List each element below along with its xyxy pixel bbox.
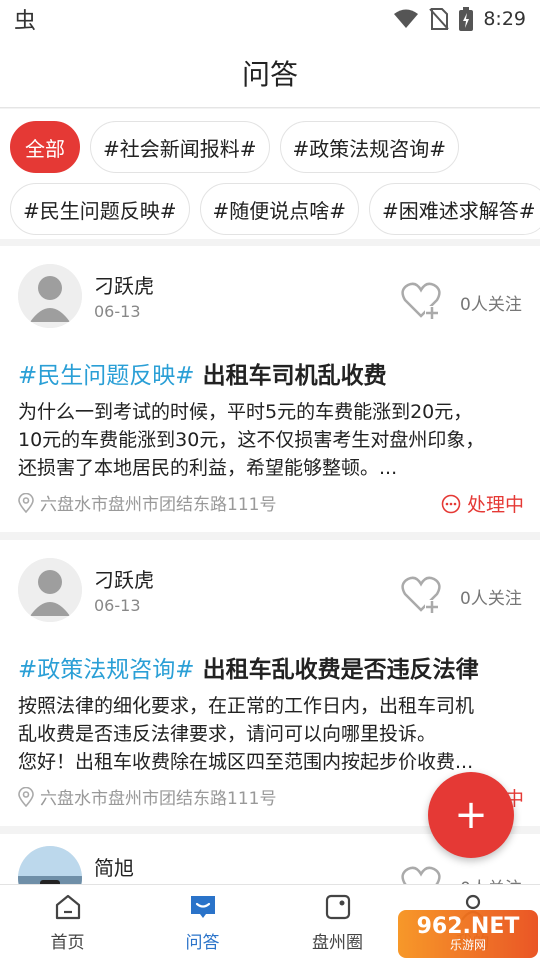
wifi-icon bbox=[394, 9, 419, 28]
processing-icon bbox=[441, 494, 461, 513]
nav-qa[interactable]: 问答 bbox=[135, 885, 270, 960]
author-name[interactable]: 刁跃虎 bbox=[94, 564, 154, 593]
home-icon bbox=[55, 894, 80, 920]
status-badge: 处理中 bbox=[441, 490, 524, 517]
author-name[interactable]: 刁跃虎 bbox=[94, 270, 154, 299]
no-sim-icon bbox=[429, 8, 450, 30]
post-topic[interactable]: #民生问题反映# bbox=[18, 363, 195, 389]
qa-icon bbox=[190, 896, 215, 918]
follow-heart-icon[interactable] bbox=[400, 574, 442, 616]
page-title: 问答 bbox=[241, 57, 298, 91]
tag-policy-consult[interactable]: #政策法规咨询# bbox=[279, 121, 460, 173]
post-card[interactable]: 刁跃虎 06-13 0人关注 #民生问题反映# 出租车司机乱收费 为什么一到考试… bbox=[0, 246, 540, 532]
tag-livelihood[interactable]: #民生问题反映# bbox=[10, 183, 190, 235]
post-body[interactable]: 为什么一到考试的时候，平时5元的车费能涨到20元， 10元的车费能涨到30元，这… bbox=[18, 398, 528, 482]
avatar[interactable] bbox=[18, 558, 82, 622]
post-body[interactable]: 按照法律的细化要求，在正常的工作日内，出租车司机 乱收费是否违反法律要求，请问可… bbox=[18, 692, 528, 776]
location-pin-icon bbox=[18, 786, 34, 807]
battery-icon bbox=[459, 7, 474, 31]
post-location: 六盘水市盘州市团结东路111号 bbox=[18, 784, 276, 809]
tag-all[interactable]: 全部 bbox=[10, 121, 80, 173]
post-location: 六盘水市盘州市团结东路111号 bbox=[18, 490, 276, 515]
default-avatar-icon bbox=[18, 264, 82, 328]
tag-difficulty-help[interactable]: #困难述求解答# bbox=[369, 183, 540, 235]
nav-home[interactable]: 首页 bbox=[0, 885, 135, 960]
post-topic[interactable]: #政策法规咨询# bbox=[18, 657, 195, 683]
screen: 虫 8:29 问答 全部 #社会新闻报料# #政策法规咨询# #民生问题反映# … bbox=[0, 0, 540, 960]
follow-count: 0人关注 bbox=[460, 589, 522, 609]
tag-casual-talk[interactable]: #随便说点啥# bbox=[199, 183, 360, 235]
avatar[interactable] bbox=[18, 264, 82, 328]
location-pin-icon bbox=[18, 492, 34, 513]
follow-heart-icon[interactable] bbox=[400, 280, 442, 322]
nav-panzhou-circle[interactable]: 盘州圈 bbox=[270, 885, 405, 960]
create-post-button[interactable]: + bbox=[428, 772, 514, 858]
topic-filter: 全部 #社会新闻报料# #政策法规咨询# #民生问题反映# #随便说点啥# #困… bbox=[0, 109, 540, 239]
plus-icon: + bbox=[454, 792, 488, 838]
default-avatar-icon bbox=[18, 558, 82, 622]
site-watermark: 962.NET 乐游网 bbox=[398, 910, 538, 958]
circle-icon bbox=[325, 894, 350, 920]
app-notification-icon: 虫 bbox=[14, 9, 37, 34]
author-name[interactable]: 简旭 bbox=[94, 852, 134, 881]
post-title[interactable]: #民生问题反映# 出租车司机乱收费 bbox=[18, 356, 387, 390]
post-date: 06-13 bbox=[94, 302, 141, 321]
clock: 8:29 bbox=[483, 8, 526, 30]
post-title[interactable]: #政策法规咨询# 出租车乱收费是否违反法律 bbox=[18, 650, 479, 684]
tag-social-news[interactable]: #社会新闻报料# bbox=[90, 121, 270, 173]
follow-count: 0人关注 bbox=[460, 295, 522, 315]
status-bar: 虫 8:29 bbox=[0, 0, 540, 38]
page-header: 问答 bbox=[0, 38, 540, 108]
post-date: 06-13 bbox=[94, 596, 141, 615]
